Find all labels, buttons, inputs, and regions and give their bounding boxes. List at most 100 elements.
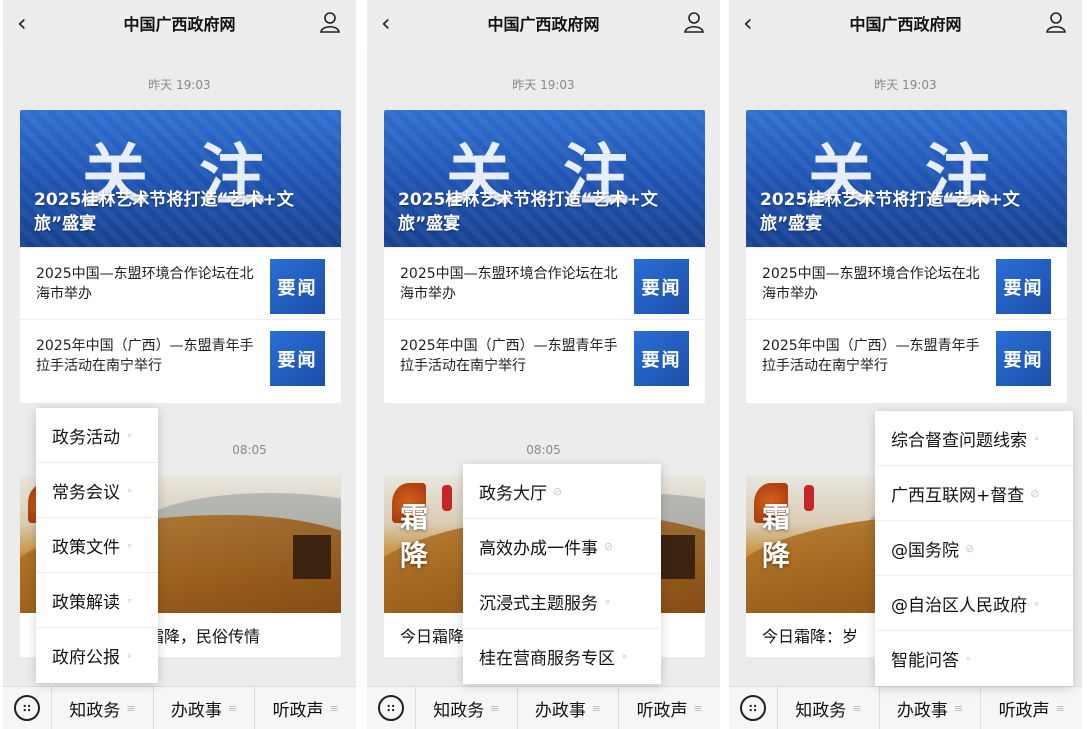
link-icon: ⊘: [553, 484, 563, 498]
menu-lines-icon: ≡: [329, 701, 339, 715]
link-icon: ∘: [604, 594, 611, 608]
keyboard-icon: ∷: [740, 695, 766, 721]
back-icon[interactable]: ‹: [17, 8, 37, 38]
house-shape: [657, 535, 695, 579]
menu-item[interactable]: 常务会议 ∘: [36, 463, 158, 518]
tab-banzhengshi[interactable]: 办政事 ≡: [152, 686, 255, 729]
menu-item[interactable]: 桂在营商服务专区 ∘: [463, 629, 661, 684]
menu-item[interactable]: 政府公报 ∘: [36, 628, 158, 683]
menu-lines-icon: ≡: [126, 701, 136, 715]
seal-mark: [804, 485, 814, 511]
keyboard-button[interactable]: ∷: [729, 687, 777, 729]
menu-item[interactable]: @国务院 ⊘: [875, 521, 1073, 576]
menu-lines-icon: ≡: [1055, 701, 1065, 715]
user-icon[interactable]: [318, 10, 342, 34]
link-icon: ∘: [1033, 596, 1040, 610]
menu-item[interactable]: 沉浸式主题服务 ∘: [463, 574, 661, 629]
news-card[interactable]: 关 注 2025桂林艺术节将打造“艺术+文旅”盛宴 2025中国—东盟环境合作论…: [384, 110, 705, 403]
photo-overlay-text: 霜降: [762, 501, 791, 572]
news-item[interactable]: 2025中国—东盟环境合作论坛在北海市举办 要闻: [20, 247, 341, 319]
banner-headline[interactable]: 2025桂林艺术节将打造“艺术+文旅”盛宴: [34, 188, 334, 236]
banner-image[interactable]: 关 注 2025桂林艺术节将打造“艺术+文旅”盛宴: [746, 110, 1067, 247]
popup-menu-banzhengshi: 政务大厅 ⊘ 高效办成一件事 ⊘ 沉浸式主题服务 ∘ 桂在营商服务专区 ∘: [463, 464, 661, 684]
news-badge: 要闻: [996, 331, 1051, 386]
tab-tingzhengsheng[interactable]: 听政声 ≡: [254, 686, 356, 729]
news-item[interactable]: 2025中国—东盟环境合作论坛在北海市举办 要闻: [746, 247, 1067, 319]
article-caption[interactable]: 今日霜降：岁: [762, 623, 858, 647]
link-icon: ∘: [126, 593, 133, 607]
keyboard-button[interactable]: ∷: [367, 687, 415, 729]
timestamp: 昨天 19:03: [512, 78, 575, 92]
bottom-menu-bar: ∷ 知政务 ≡ 办政事 ≡ 听政声 ≡: [367, 686, 720, 729]
banner-headline[interactable]: 2025桂林艺术节将打造“艺术+文旅”盛宴: [760, 188, 1060, 236]
banner-headline[interactable]: 2025桂林艺术节将打造“艺术+文旅”盛宴: [398, 188, 698, 236]
news-card[interactable]: 关 注 2025桂林艺术节将打造“艺术+文旅”盛宴 2025中国—东盟环境合作论…: [20, 110, 341, 403]
phone-screen-3: ‹ 中国广西政府网 昨天 19:03 关 注 2025桂林艺术节将打造“艺术+文…: [729, 0, 1082, 729]
link-icon: ∘: [965, 652, 972, 665]
menu-item[interactable]: 政务大厅 ⊘: [463, 464, 661, 519]
bottom-menu-bar: ∷ 知政务 ≡ 办政事 ≡ 听政声 ≡: [3, 686, 356, 729]
menu-item[interactable]: 高效办成一件事 ⊘: [463, 519, 661, 574]
back-icon[interactable]: ‹: [381, 8, 401, 38]
news-item-text[interactable]: 2025年中国（广西）—东盟青年手拉手活动在南宁举行: [400, 336, 628, 376]
news-badge: 要闻: [634, 259, 689, 314]
timestamp: 08:05: [526, 443, 561, 457]
menu-lines-icon: ≡: [852, 701, 862, 715]
news-item-text[interactable]: 2025中国—东盟环境合作论坛在北海市举办: [36, 264, 264, 304]
menu-item[interactable]: @自治区人民政府 ∘: [875, 576, 1073, 631]
tab-tingzhengsheng[interactable]: 听政声 ≡: [618, 686, 720, 729]
top-bar: ‹ 中国广西政府网: [3, 0, 356, 46]
article-caption[interactable]: 今日霜降: [400, 623, 464, 647]
news-item[interactable]: 2025年中国（广西）—东盟青年手拉手活动在南宁举行 要闻: [20, 319, 341, 391]
news-item[interactable]: 2025年中国（广西）—东盟青年手拉手活动在南宁举行 要闻: [746, 319, 1067, 391]
user-icon[interactable]: [1044, 10, 1068, 34]
link-icon: ⊘: [1030, 486, 1040, 500]
menu-item[interactable]: 智能问答 ∘: [875, 631, 1073, 686]
page-title: 中国广西政府网: [123, 15, 236, 34]
popup-menu-zhizhengwu: 政务活动 ∘ 常务会议 ∘ 政策文件 ∘ 政策解读 ∘ 政府公报 ∘: [36, 408, 158, 683]
user-icon[interactable]: [682, 10, 706, 34]
news-item-text[interactable]: 2025中国—东盟环境合作论坛在北海市举办: [762, 264, 990, 304]
phone-screen-2: ‹ 中国广西政府网 昨天 19:03 关 注 2025桂林艺术节将打造“艺术+文…: [367, 0, 720, 729]
menu-lines-icon: ≡: [490, 701, 500, 715]
link-icon: ∘: [1033, 431, 1040, 445]
link-icon: ∘: [126, 538, 133, 552]
keyboard-icon: ∷: [378, 695, 404, 721]
link-icon: ∘: [126, 483, 133, 497]
back-icon[interactable]: ‹: [743, 8, 763, 38]
banner-image[interactable]: 关 注 2025桂林艺术节将打造“艺术+文旅”盛宴: [384, 110, 705, 247]
bottom-menu-bar: ∷ 知政务 ≡ 办政事 ≡ 听政声 ≡: [729, 686, 1082, 729]
news-card[interactable]: 关 注 2025桂林艺术节将打造“艺术+文旅”盛宴 2025中国—东盟环境合作论…: [746, 110, 1067, 403]
page-title: 中国广西政府网: [487, 15, 600, 34]
menu-item[interactable]: 政策文件 ∘: [36, 518, 158, 573]
menu-item[interactable]: 政策解读 ∘: [36, 573, 158, 628]
menu-item[interactable]: 综合督查问题线索 ∘: [875, 411, 1073, 466]
timestamp: 昨天 19:03: [874, 78, 937, 92]
tab-zhizhengwu[interactable]: 知政务 ≡: [51, 686, 153, 729]
page-title: 中国广西政府网: [849, 15, 962, 34]
news-badge: 要闻: [270, 259, 325, 314]
keyboard-button[interactable]: ∷: [3, 687, 51, 729]
tab-zhizhengwu[interactable]: 知政务 ≡: [777, 686, 879, 729]
news-badge: 要闻: [270, 331, 325, 386]
top-bar: ‹ 中国广西政府网: [367, 0, 720, 46]
news-badge: 要闻: [996, 259, 1051, 314]
house-shape: [293, 535, 331, 579]
menu-item[interactable]: 广西互联网+督查 ⊘: [875, 466, 1073, 521]
menu-item[interactable]: 政务活动 ∘: [36, 408, 158, 463]
seal-mark: [442, 485, 452, 511]
tab-banzhengshi[interactable]: 办政事 ≡: [516, 686, 619, 729]
menu-lines-icon: ≡: [953, 701, 964, 715]
news-item-text[interactable]: 2025年中国（广西）—东盟青年手拉手活动在南宁举行: [762, 336, 990, 376]
banner-image[interactable]: 关 注 2025桂林艺术节将打造“艺术+文旅”盛宴: [20, 110, 341, 247]
news-item-text[interactable]: 2025年中国（广西）—东盟青年手拉手活动在南宁举行: [36, 336, 264, 376]
tab-zhizhengwu[interactable]: 知政务 ≡: [415, 686, 517, 729]
news-badge: 要闻: [634, 331, 689, 386]
news-item[interactable]: 2025中国—东盟环境合作论坛在北海市举办 要闻: [384, 247, 705, 319]
tab-banzhengshi[interactable]: 办政事 ≡: [878, 686, 981, 729]
news-item[interactable]: 2025年中国（广西）—东盟青年手拉手活动在南宁举行 要闻: [384, 319, 705, 391]
news-item-text[interactable]: 2025中国—东盟环境合作论坛在北海市举办: [400, 264, 628, 304]
tab-tingzhengsheng[interactable]: 听政声 ≡: [980, 686, 1082, 729]
top-bar: ‹ 中国广西政府网: [729, 0, 1082, 46]
link-icon: ⊘: [965, 541, 975, 555]
